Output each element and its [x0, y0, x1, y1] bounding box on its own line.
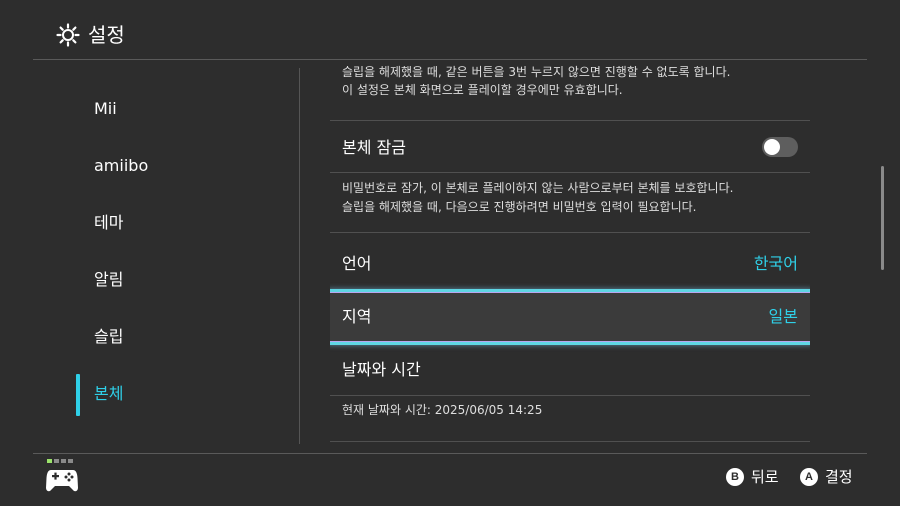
console-lock-description-line2: 슬립을 해제했을 때, 다음으로 진행하려면 비밀번호 입력이 필요합니다. — [342, 200, 697, 214]
region-row-selected[interactable] — [330, 289, 810, 345]
sidebar-item-amiibo[interactable]: amiibo — [94, 155, 148, 177]
row-divider — [330, 172, 810, 173]
sidebar-item-system[interactable]: 본체 — [94, 383, 123, 405]
footer-divider — [33, 453, 867, 454]
row-divider — [330, 232, 810, 233]
row-divider — [330, 120, 810, 121]
language-value: 한국어 — [753, 254, 798, 273]
settings-screen: 설정 Mii amiibo 테마 알림 슬립 본체 슬립을 해제했을 때, 같은… — [0, 0, 900, 506]
sidebar-item-sleep[interactable]: 슬립 — [94, 326, 123, 348]
b-button-icon: B — [726, 468, 744, 486]
toggle-knob — [764, 139, 780, 155]
datetime-label[interactable]: 날짜와 시간 — [342, 358, 421, 382]
sidebar-item-mii[interactable]: Mii — [94, 98, 117, 120]
region-label[interactable]: 지역 — [342, 305, 371, 329]
language-label[interactable]: 언어 — [342, 252, 371, 276]
confirm-button[interactable]: A 결정 — [800, 466, 853, 488]
back-button[interactable]: B 뒤로 — [726, 466, 779, 488]
confirm-label: 결정 — [825, 468, 853, 486]
sidebar-active-marker — [76, 374, 80, 416]
controller-icon — [46, 459, 78, 492]
header: 설정 — [0, 0, 900, 60]
back-label: 뒤로 — [751, 468, 779, 486]
console-lock-description-line1: 비밀번호로 잠가, 이 본체로 플레이하지 않는 사람으로부터 본체를 보호합니… — [342, 181, 734, 195]
console-lock-label[interactable]: 본체 잠금 — [342, 136, 406, 160]
sidebar: Mii amiibo 테마 알림 슬립 본체 — [0, 60, 300, 453]
row-divider — [330, 441, 810, 442]
scrollbar[interactable] — [881, 166, 884, 270]
gear-icon — [56, 23, 80, 47]
region-value: 일본 — [768, 307, 798, 326]
sleep-description-line2: 이 설정은 본체 화면으로 플레이할 경우에만 유효합니다. — [342, 83, 623, 97]
sidebar-divider — [299, 68, 300, 444]
sidebar-item-notifications[interactable]: 알림 — [94, 269, 123, 291]
a-button-icon: A — [800, 468, 818, 486]
row-divider — [330, 395, 810, 396]
settings-content: 슬립을 해제했을 때, 같은 버튼을 3번 누르지 않으면 진행할 수 없도록 … — [330, 60, 810, 453]
console-lock-toggle[interactable] — [762, 137, 798, 157]
sleep-description-line1: 슬립을 해제했을 때, 같은 버튼을 3번 누르지 않으면 진행할 수 없도록 … — [342, 65, 731, 79]
page-title: 설정 — [88, 23, 125, 47]
sidebar-item-theme[interactable]: 테마 — [94, 212, 123, 234]
datetime-current: 현재 날짜와 시간: 2025/06/05 14:25 — [342, 403, 543, 417]
